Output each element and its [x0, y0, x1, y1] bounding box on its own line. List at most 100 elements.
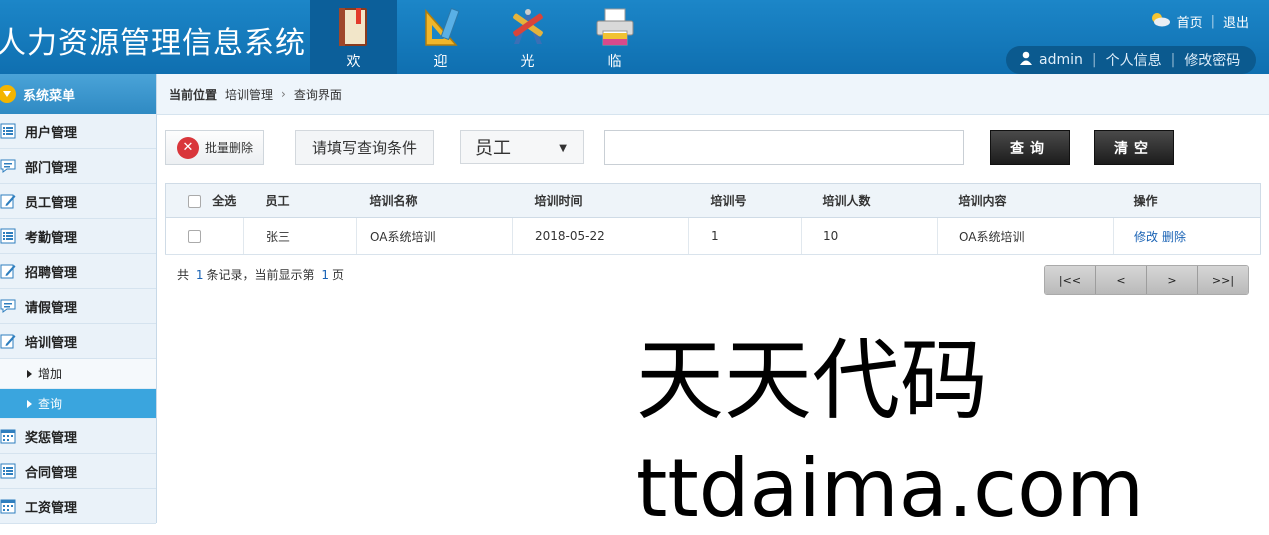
username: admin — [1039, 52, 1083, 68]
sidebar-item[interactable]: 请假管理 — [0, 289, 156, 324]
col-header: 培训时间 — [512, 183, 689, 218]
sidebar-subitem[interactable]: 查询 — [0, 389, 156, 419]
top-header: 人力资源管理信息系统 欢 迎 光 临 首页 | 退出 admin | 个人信息 … — [0, 0, 1269, 74]
paging-page: 1 — [321, 268, 329, 282]
topnav-item-1[interactable]: 欢 — [310, 0, 397, 74]
watermark-line2: ttdaima.com — [636, 442, 1145, 535]
profile-link[interactable]: 个人信息 — [1106, 50, 1162, 70]
cell-actions: 修改 删除 — [1113, 217, 1261, 255]
paging-total: 1 — [195, 268, 204, 282]
sidebar-item-label: 招聘管理 — [25, 265, 78, 281]
cell-employee: 张三 — [243, 217, 357, 255]
paging-prefix: 共 — [177, 268, 190, 282]
sidebar-item[interactable]: 用户管理 — [0, 114, 156, 149]
divider: | — [1210, 13, 1215, 29]
topnav-item-3[interactable]: 光 — [484, 0, 571, 74]
condition-prompt: 请填写查询条件 — [295, 130, 434, 165]
divider: | — [1170, 52, 1176, 68]
table-header-row: 全选 员工 培训名称 培训时间 培训号 培训人数 培训内容 操作 — [165, 183, 1261, 218]
sidebar-subitem[interactable]: 增加 — [0, 359, 156, 389]
checkbox[interactable] — [188, 195, 201, 208]
query-input[interactable] — [604, 130, 964, 165]
user-icon — [1020, 51, 1032, 69]
logout-link[interactable]: 退出 — [1223, 12, 1249, 31]
sidebar-item[interactable]: 招聘管理 — [0, 254, 156, 289]
sidebar-item-label: 员工管理 — [25, 195, 78, 211]
topnav-label: 迎 — [433, 54, 448, 70]
col-header: 操作 — [1113, 183, 1261, 218]
sidebar-item-label: 培训管理 — [25, 335, 78, 351]
paging-info: 共 1 条记录，当前显示第 1页 — [177, 266, 344, 283]
field-select[interactable]: 员工 ▼ — [460, 130, 584, 164]
batch-delete-button[interactable]: ✕ 批量删除 — [165, 130, 264, 165]
sidebar-title[interactable]: 系统菜单 — [0, 74, 156, 114]
select-all-header[interactable]: 全选 — [165, 183, 244, 218]
sidebar-item-label: 考勤管理 — [25, 230, 78, 246]
list-icon — [0, 463, 16, 479]
ruler-triangle-icon — [421, 5, 461, 49]
topnav-item-2[interactable]: 迎 — [397, 0, 484, 74]
col-header: 培训名称 — [356, 183, 513, 218]
sidebar-item-label: 请假管理 — [25, 300, 78, 316]
sidebar-item[interactable]: 合同管理 — [0, 454, 156, 489]
caret-right-icon — [27, 399, 32, 408]
table-row: 张三 OA系统培训 2018-05-22 1 10 OA系统培训 修改 删除 — [165, 217, 1261, 255]
caret-right-icon — [27, 369, 32, 378]
user-bar: admin | 个人信息 | 修改密码 — [1006, 46, 1256, 74]
breadcrumb-current: 查询界面 — [293, 87, 342, 102]
query-button[interactable]: 查询 — [990, 130, 1070, 165]
edit-icon — [0, 333, 16, 349]
first-page-button[interactable]: |<< — [1045, 266, 1096, 294]
sidebar-item[interactable]: 考勤管理 — [0, 219, 156, 254]
select-all-label: 全选 — [212, 194, 237, 208]
checkbox[interactable] — [188, 230, 201, 243]
sidebar: 系统菜单 用户管理部门管理员工管理考勤管理招聘管理请假管理培训管理增加查询奖惩管… — [0, 74, 157, 524]
last-page-button[interactable]: >>| — [1198, 266, 1248, 294]
sidebar-item[interactable]: 工资管理 — [0, 489, 156, 524]
header-links: 首页 | 退出 — [1149, 11, 1249, 31]
row-select[interactable] — [165, 217, 244, 255]
data-table: 全选 员工 培训名称 培训时间 培训号 培训人数 培训内容 操作 张三 OA系统… — [165, 183, 1261, 255]
caret-down-icon: ▼ — [559, 143, 567, 154]
next-page-button[interactable]: > — [1147, 266, 1198, 294]
topnav-label: 临 — [607, 54, 622, 70]
calendar-icon — [0, 428, 16, 444]
cell-name: OA系统培训 — [356, 217, 513, 255]
pager: |<< < > >>| — [1044, 265, 1249, 295]
book-icon — [334, 5, 374, 49]
edit-icon — [0, 193, 16, 209]
list-icon — [0, 123, 16, 139]
home-link[interactable]: 首页 — [1177, 12, 1203, 31]
weather-icon — [1149, 11, 1171, 31]
edit-link[interactable]: 修改 — [1134, 230, 1158, 244]
batch-delete-label: 批量删除 — [205, 141, 254, 155]
prev-page-button[interactable]: < — [1096, 266, 1147, 294]
calendar-icon — [0, 498, 16, 514]
edit-icon — [0, 263, 16, 279]
app-title: 人力资源管理信息系统 — [0, 26, 306, 61]
sidebar-item[interactable]: 部门管理 — [0, 149, 156, 184]
chat-icon — [0, 298, 16, 314]
change-password-link[interactable]: 修改密码 — [1184, 50, 1240, 70]
clear-button[interactable]: 清空 — [1094, 130, 1174, 165]
topnav-item-4[interactable]: 临 — [571, 0, 658, 74]
pencil-tools-icon — [508, 5, 548, 49]
select-value: 员工 — [475, 138, 511, 159]
cell-time: 2018-05-22 — [512, 217, 689, 255]
divider: | — [1091, 52, 1097, 68]
delete-link[interactable]: 删除 — [1162, 230, 1186, 244]
topnav-label: 光 — [520, 54, 535, 70]
sidebar-item-label: 用户管理 — [25, 125, 78, 141]
sidebar-item-label: 合同管理 — [25, 465, 78, 481]
chat-icon — [0, 158, 16, 174]
col-header: 员工 — [243, 183, 357, 218]
sidebar-item[interactable]: 培训管理 — [0, 324, 156, 359]
chevron-down-icon — [0, 85, 16, 103]
sidebar-subitem-label: 查询 — [38, 397, 63, 411]
sidebar-item-label: 工资管理 — [25, 500, 78, 516]
topnav-label: 欢 — [346, 54, 361, 70]
watermark-line1: 天天代码 — [636, 329, 989, 432]
sidebar-item[interactable]: 奖惩管理 — [0, 419, 156, 454]
sidebar-item[interactable]: 员工管理 — [0, 184, 156, 219]
breadcrumb-parent[interactable]: 培训管理 — [225, 86, 273, 103]
